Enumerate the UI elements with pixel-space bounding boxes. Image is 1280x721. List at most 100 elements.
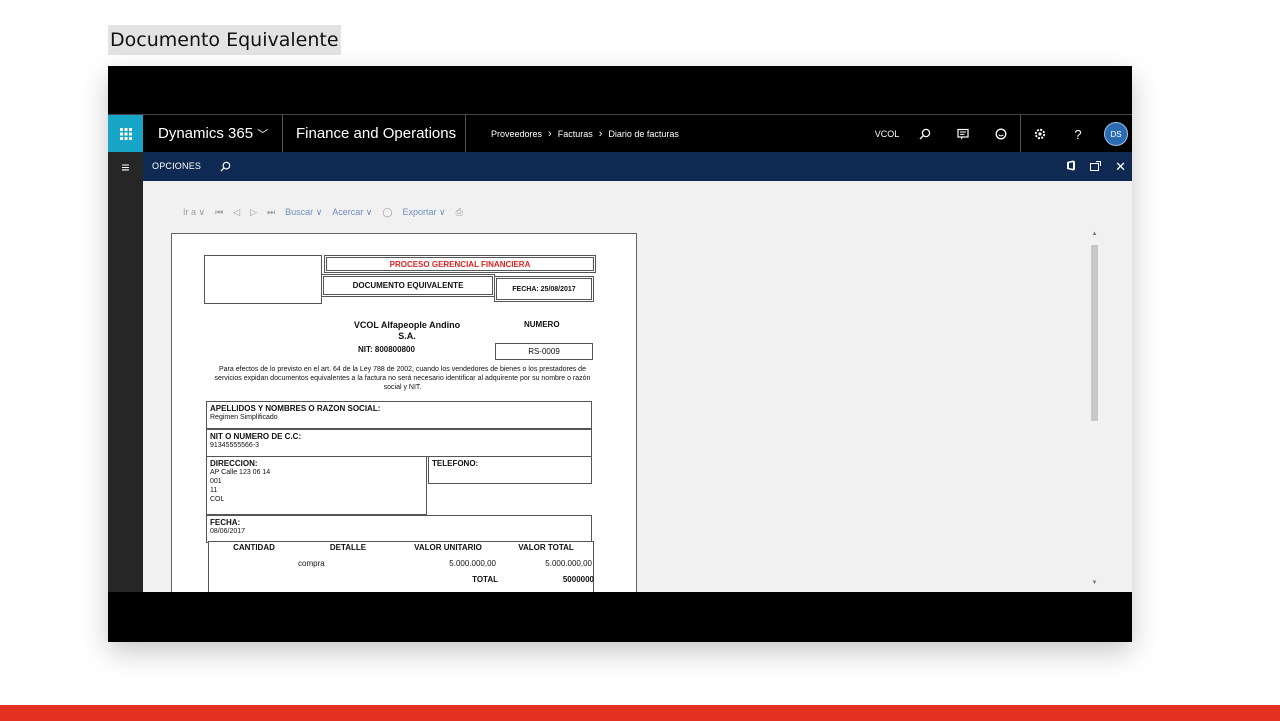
avatar: DS bbox=[1104, 122, 1128, 146]
zoom-dropdown[interactable]: Acercar ∨ bbox=[332, 207, 372, 218]
customer-name-section: APELLIDOS Y NOMBRES O RAZON SOCIAL: Regi… bbox=[206, 401, 592, 429]
breadcrumb: Proveedores › Facturas › Diario de factu… bbox=[491, 115, 679, 153]
column-header: DETALLE bbox=[329, 543, 367, 552]
address-label: DIRECCION: bbox=[210, 459, 258, 468]
phone-label: TELEFONO: bbox=[432, 459, 479, 468]
breadcrumb-item[interactable]: Facturas bbox=[558, 129, 593, 139]
name-label: APELLIDOS Y NOMBRES O RAZON SOCIAL: bbox=[210, 404, 381, 413]
nav-actions: VCOL ? DS bbox=[868, 115, 1132, 153]
export-dropdown[interactable]: Exportar ∨ bbox=[402, 207, 445, 218]
report-viewer: Ir a ∨ ⏮ ◁ ▷ ⏭ Buscar ∨ Acercar ∨ ◯ Expo… bbox=[143, 181, 1132, 592]
smiley-icon bbox=[995, 128, 1007, 140]
table-header: CANTIDAD DETALLE VALOR UNITARIO VALOR TO… bbox=[210, 543, 594, 552]
document-type: DOCUMENTO EQUIVALENTE bbox=[323, 276, 493, 295]
print-icon[interactable]: ⎙ bbox=[456, 207, 463, 218]
chevron-right-icon: › bbox=[598, 128, 603, 140]
legal-notice: Para efectos de lo previsto en el art. 6… bbox=[214, 366, 591, 391]
refresh-icon[interactable]: ◯ bbox=[382, 207, 392, 218]
scroll-down-icon[interactable]: ▼ bbox=[1089, 580, 1100, 586]
id-value: 91345555566-3 bbox=[210, 442, 260, 449]
hamburger-icon: ≡ bbox=[121, 158, 130, 175]
slide-caption: Documento Equivalente bbox=[108, 25, 341, 55]
chevron-right-icon: › bbox=[548, 128, 552, 140]
search-dropdown[interactable]: Buscar ∨ bbox=[285, 207, 322, 218]
first-page-icon[interactable]: ⏮ bbox=[215, 207, 223, 218]
company-nit: NIT: 800800800 bbox=[358, 345, 415, 354]
message-icon bbox=[957, 128, 969, 140]
fecha-label: FECHA: bbox=[210, 518, 241, 527]
name-value: Regimen Simplificado bbox=[210, 414, 278, 421]
address-line: AP Calle 123 06 14 bbox=[210, 469, 271, 476]
table-row: compra 5.000.000,00 5.000.000,00 bbox=[210, 559, 594, 568]
question-icon: ? bbox=[1074, 126, 1082, 142]
date-section: FECHA: 08/06/2017 bbox=[206, 515, 592, 543]
left-navigation-strip bbox=[108, 181, 143, 592]
total-value: 5000000 bbox=[562, 575, 594, 584]
report-scrollbar[interactable]: ▲ ▼ bbox=[1089, 231, 1100, 586]
help-button[interactable]: ? bbox=[1059, 115, 1097, 153]
address-line: COL bbox=[210, 496, 225, 503]
address-section: DIRECCION: AP Calle 123 06 14 001 11 COL bbox=[206, 456, 427, 515]
report-title: PROCESO GERENCIAL FINANCIERA bbox=[326, 257, 594, 271]
cell-valor-total: 5.000.000,00 bbox=[545, 559, 592, 568]
close-icon[interactable]: ✕ bbox=[1115, 159, 1126, 175]
action-search-button[interactable] bbox=[220, 152, 231, 181]
column-header: CANTIDAD bbox=[233, 543, 275, 552]
search-button[interactable] bbox=[906, 115, 944, 153]
product-switcher[interactable]: Dynamics 365 ﹀ bbox=[158, 115, 268, 153]
action-pane: ≡ OPCIONES ✕ bbox=[108, 152, 1132, 181]
cell-valor-unitario: 5.000.000,00 bbox=[449, 559, 496, 568]
id-label: NIT O NUMERO DE C.C: bbox=[210, 432, 302, 441]
footer-accent-bar bbox=[0, 705, 1280, 721]
d365-window: Dynamics 365 ﹀ Finance and Operations Pr… bbox=[108, 114, 1132, 592]
numero-label: NUMERO bbox=[524, 320, 560, 329]
screenshot-frame: Dynamics 365 ﹀ Finance and Operations Pr… bbox=[108, 66, 1132, 642]
navigation-pane-toggle[interactable]: ≡ bbox=[108, 152, 143, 181]
search-icon bbox=[919, 128, 931, 140]
company-name: VCOL Alfapeople Andino S.A. bbox=[353, 320, 461, 341]
breadcrumb-item[interactable]: Diario de facturas bbox=[608, 129, 679, 139]
nav-divider bbox=[1020, 115, 1021, 153]
user-menu[interactable]: DS bbox=[1097, 115, 1132, 153]
column-header: VALOR TOTAL bbox=[518, 543, 574, 552]
cell-detalle: compra bbox=[298, 559, 325, 568]
brand-label: Dynamics 365 bbox=[158, 125, 254, 142]
scrollbar-thumb[interactable] bbox=[1091, 245, 1098, 421]
nav-divider bbox=[465, 115, 466, 153]
scroll-up-icon[interactable]: ▲ bbox=[1089, 231, 1100, 237]
options-tab[interactable]: OPCIONES bbox=[152, 152, 201, 181]
feedback-button[interactable] bbox=[982, 115, 1020, 153]
search-icon bbox=[220, 161, 231, 172]
previous-page-icon[interactable]: ◁ bbox=[233, 207, 240, 218]
cell-cantidad bbox=[210, 559, 298, 568]
address-line: 001 bbox=[210, 478, 222, 485]
last-page-icon[interactable]: ⏭ bbox=[267, 207, 275, 218]
report-viewer-toolbar: Ir a ∨ ⏮ ◁ ▷ ⏭ Buscar ∨ Acercar ∨ ◯ Expo… bbox=[183, 207, 463, 218]
settings-button[interactable] bbox=[1021, 115, 1059, 153]
goto-dropdown[interactable]: Ir a ∨ bbox=[183, 207, 205, 218]
window-actions: ✕ bbox=[1066, 152, 1126, 181]
messages-button[interactable] bbox=[944, 115, 982, 153]
report-page: PROCESO GERENCIAL FINANCIERA DOCUMENTO E… bbox=[171, 233, 637, 592]
waffle-icon bbox=[119, 128, 132, 140]
report-date: FECHA: 25/08/2017 bbox=[496, 278, 592, 300]
app-launcher-button[interactable] bbox=[108, 115, 143, 153]
column-header: VALOR UNITARIO bbox=[414, 543, 482, 552]
document-number: RS-0009 bbox=[495, 343, 593, 360]
customer-id-section: NIT O NUMERO DE C.C: 91345555566-3 bbox=[206, 429, 592, 457]
app-title: Finance and Operations bbox=[296, 125, 457, 142]
nav-divider bbox=[282, 115, 283, 153]
address-line: 11 bbox=[210, 487, 218, 494]
top-navigation-bar: Dynamics 365 ﹀ Finance and Operations Pr… bbox=[108, 114, 1132, 153]
next-page-icon[interactable]: ▷ bbox=[250, 207, 257, 218]
phone-section: TELEFONO: bbox=[428, 456, 592, 484]
table-total-row: TOTAL 5000000 bbox=[210, 575, 594, 584]
gear-icon bbox=[1034, 128, 1046, 140]
open-in-new-window-icon[interactable] bbox=[1090, 160, 1102, 174]
chevron-down-icon: ﹀ bbox=[257, 129, 269, 141]
fecha-value: 08/06/2017 bbox=[210, 528, 246, 535]
company-picker[interactable]: VCOL bbox=[868, 115, 906, 153]
office-icon[interactable] bbox=[1066, 160, 1076, 174]
breadcrumb-item[interactable]: Proveedores bbox=[491, 129, 542, 139]
total-label: TOTAL bbox=[472, 575, 498, 584]
